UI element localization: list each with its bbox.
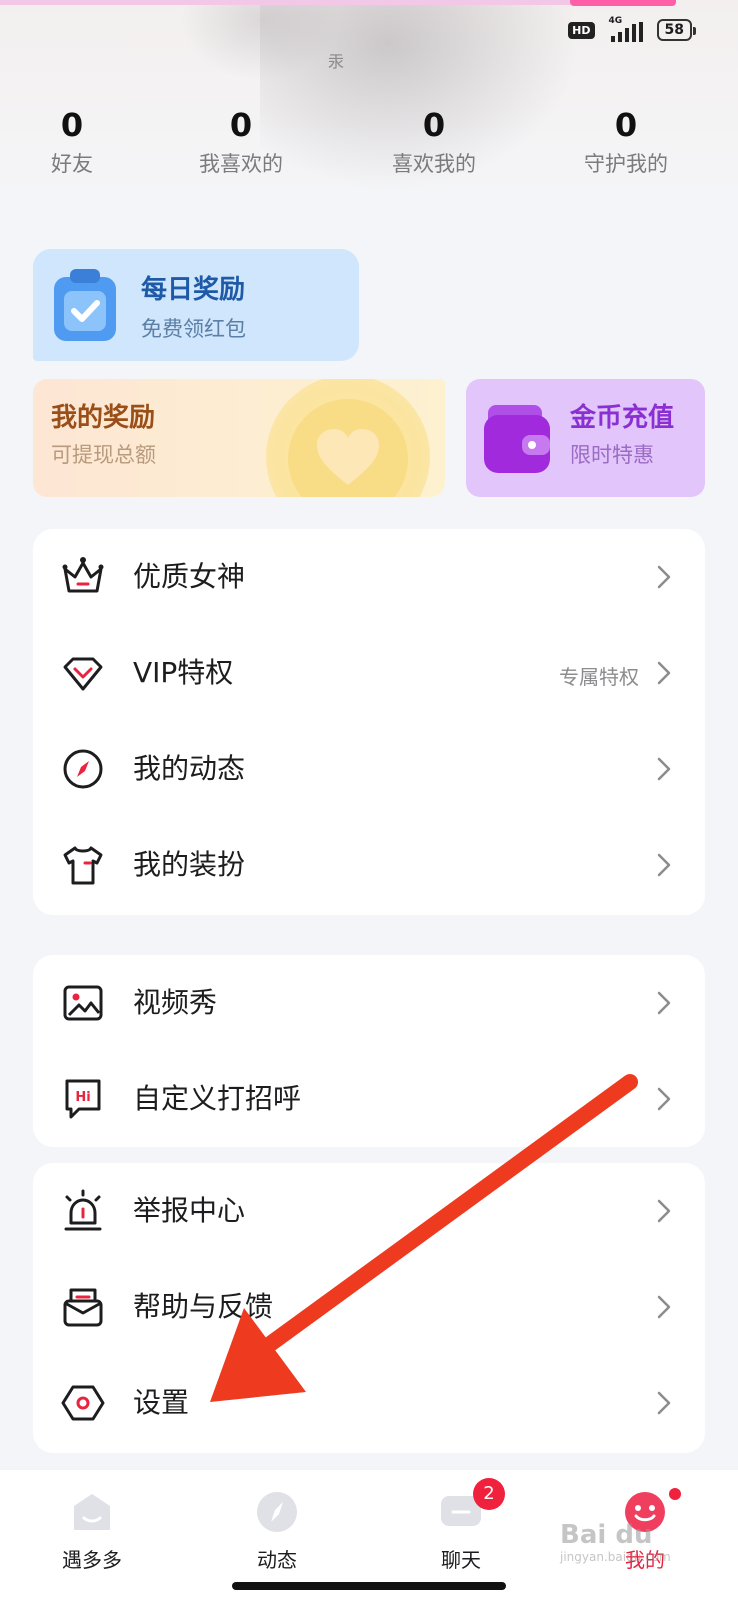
battery-icon: 58 [656,19,697,41]
stat-value: 0 [60,106,84,144]
my-reward-title: 我的奖励 [51,403,156,433]
tab-moments[interactable]: 动态 [217,1488,337,1573]
compass-icon [63,749,103,789]
menu-item-label: 视频秀 [133,986,218,1019]
clipboard-check-icon [54,269,116,341]
status-bar: HD 4G 58 [568,16,697,42]
stat-guardians[interactable]: 0 守护我的 [561,106,691,178]
chevron-right-icon [657,991,671,1015]
menu-item-dress-up[interactable]: 我的装扮 [33,817,705,913]
menu-item-goddess[interactable]: 优质女神 [33,529,705,625]
menu-item-label: 举报中心 [133,1194,246,1227]
alarm-icon [64,1189,102,1231]
chevron-right-icon [657,565,671,589]
menu-item-label: 设置 [133,1386,190,1419]
menu-item-label: 我的动态 [133,752,246,785]
stat-label: 守护我的 [584,152,668,176]
daily-reward-title: 每日奖励 [141,275,246,305]
stat-i-like[interactable]: 0 我喜欢的 [176,106,306,178]
chevron-right-icon [657,1295,671,1319]
chevron-right-icon [657,853,671,877]
chevron-right-icon [657,1391,671,1415]
hd-indicator: HD [568,21,595,39]
stat-friends[interactable]: 0 好友 [7,106,137,178]
menu-item-report-center[interactable]: 举报中心 [33,1163,705,1259]
stat-label: 喜欢我的 [392,152,476,176]
settings-hexagon-icon [61,1385,105,1421]
stat-likes-me[interactable]: 0 喜欢我的 [369,106,499,178]
wallet-icon [484,405,550,473]
chevron-right-icon [657,1199,671,1223]
image-icon [63,985,103,1021]
menu-item-help-feedback[interactable]: 帮助与反馈 [33,1259,705,1355]
menu-item-label: 我的装扮 [133,848,246,881]
moments-icon [257,1492,297,1532]
chevron-right-icon [657,1087,671,1111]
menu-item-label: 帮助与反馈 [133,1290,274,1323]
menu-item-settings[interactable]: 设置 [33,1355,705,1451]
hi-message-icon: Hi [65,1079,101,1119]
watermark-sub: jingyan.baidu.com [560,1550,671,1564]
my-reward-subtitle: 可提现总额 [51,443,156,467]
menu-item-label: 自定义打招呼 [133,1082,302,1115]
my-reward-card[interactable]: 我的奖励 可提现总额 [33,379,445,497]
diamond-icon [63,657,103,691]
tshirt-icon [63,846,103,885]
watermark: Bai du jingyan.baidu.com [560,1520,671,1564]
coin-recharge-title: 金币充值 [570,403,675,433]
notification-dot [669,1488,681,1500]
chevron-right-icon [657,757,671,781]
menu-item-label: VIP特权 [133,656,234,689]
tab-chat[interactable]: 2 聊天 [401,1478,521,1573]
stat-value: 0 [422,106,446,144]
crown-icon [62,557,104,593]
tab-label: 聊天 [441,1548,481,1572]
unread-badge: 2 [473,1478,505,1510]
profile-stats: 0 好友 0 我喜欢的 0 喜欢我的 0 守护我的 [0,106,738,186]
tab-label: 动态 [257,1548,297,1572]
menu-group-media: 视频秀 Hi 自定义打招呼 [33,955,705,1147]
stat-value: 0 [229,106,253,144]
menu-item-label: 优质女神 [133,560,246,593]
tab-home[interactable]: 遇多多 [32,1488,152,1573]
tab-label: 遇多多 [62,1548,122,1572]
coin-recharge-card[interactable]: 金币充值 限时特惠 [466,379,705,497]
menu-item-vip[interactable]: VIP特权 专属特权 [33,625,705,721]
mail-icon [63,1288,103,1327]
menu-group-features: 优质女神 VIP特权 专属特权 我的动态 我的装扮 [33,529,705,915]
coin-recharge-subtitle: 限时特惠 [570,443,654,467]
chevron-right-icon [657,661,671,685]
stat-label: 好友 [51,152,93,176]
daily-reward-subtitle: 免费领红包 [141,317,246,341]
watermark-text: Bai du [560,1520,653,1550]
menu-item-my-moments[interactable]: 我的动态 [33,721,705,817]
home-indicator[interactable] [232,1582,506,1590]
menu-item-video-show[interactable]: 视频秀 [33,955,705,1051]
daily-reward-card[interactable]: 每日奖励 免费领红包 [33,249,359,361]
menu-group-support: 举报中心 帮助与反馈 设置 [33,1163,705,1453]
top-banner-pill [570,0,676,6]
signal-icon: 4G [603,16,649,42]
stat-value: 0 [614,106,638,144]
heart-icon [317,429,379,485]
vip-extra-text: 专属特权 [559,665,639,689]
header-partial-text: 汞 [328,52,345,71]
home-icon [74,1494,110,1530]
stat-label: 我喜欢的 [199,152,283,176]
svg-text:Hi: Hi [75,1090,90,1105]
menu-item-custom-greeting[interactable]: Hi 自定义打招呼 [33,1051,705,1147]
top-banner-strip [0,0,600,5]
